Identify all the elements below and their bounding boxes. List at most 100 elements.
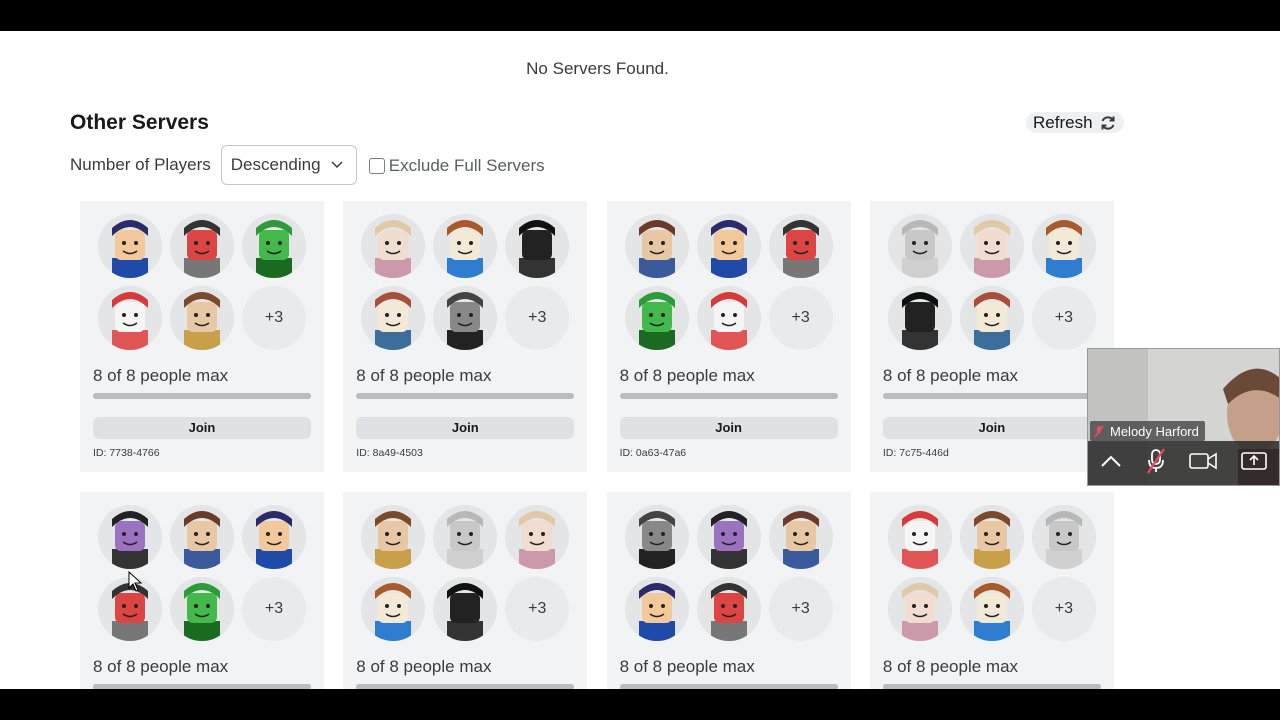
- capacity-bar: [882, 393, 1101, 399]
- capacity-bar: [619, 393, 838, 399]
- server-capacity: 8 of 8 people max: [356, 366, 492, 385]
- player-avatar-icon[interactable]: [361, 577, 426, 641]
- player-avatar-icon[interactable]: [242, 505, 306, 569]
- player-avatar-icon[interactable]: [433, 577, 498, 641]
- player-avatar-icon[interactable]: [696, 505, 761, 569]
- section-title: Other Servers: [70, 111, 209, 134]
- filters-row: Number of Players Descending Exclude Ful…: [70, 144, 545, 186]
- player-avatar-icon[interactable]: [696, 286, 761, 350]
- sort-label: Number of Players: [70, 155, 211, 174]
- server-id: ID: 0a63-47a6: [619, 447, 687, 459]
- server-id: ID: 7738-4766: [93, 447, 160, 459]
- player-avatar-icon[interactable]: [696, 214, 761, 278]
- player-avatar-icon[interactable]: [696, 577, 761, 641]
- player-avatar-icon[interactable]: [170, 577, 234, 641]
- player-avatar-icon[interactable]: [887, 577, 952, 641]
- chevron-up-icon[interactable]: [1100, 454, 1122, 473]
- join-button[interactable]: Join: [619, 417, 838, 439]
- server-capacity: 8 of 8 people max: [882, 366, 1019, 385]
- server-capacity: 8 of 8 people max: [93, 657, 229, 676]
- capacity-bar: [93, 684, 311, 689]
- player-avatar-icon[interactable]: [98, 505, 162, 569]
- more-players-count[interactable]: +3: [768, 286, 833, 350]
- server-card: +3 8 of 8 people max Join ID: 7c75-446d: [869, 201, 1114, 472]
- player-avatar-icon[interactable]: [505, 505, 570, 569]
- player-avatar-icon[interactable]: [887, 286, 952, 350]
- server-card: +3 8 of 8 people max: [869, 492, 1114, 689]
- player-avatar-icon[interactable]: [98, 286, 162, 350]
- capacity-bar-fill: [882, 684, 1101, 689]
- capacity-bar-fill: [93, 684, 311, 689]
- server-capacity: 8 of 8 people max: [619, 366, 755, 385]
- player-avatar-icon[interactable]: [959, 214, 1024, 278]
- server-card: +3 8 of 8 people max Join ID: 8a49-4503: [343, 201, 588, 472]
- player-avatar-icon[interactable]: [170, 286, 234, 350]
- capacity-bar-fill: [93, 393, 311, 399]
- server-capacity: 8 of 8 people max: [619, 657, 755, 676]
- player-avatar-icon[interactable]: [361, 286, 426, 350]
- join-button[interactable]: Join: [882, 417, 1101, 439]
- refresh-label: Refresh: [1033, 112, 1093, 132]
- player-avatar-icon[interactable]: [768, 505, 833, 569]
- more-players-count[interactable]: +3: [505, 577, 570, 641]
- capacity-bar: [882, 684, 1101, 689]
- player-avatar-icon[interactable]: [361, 505, 426, 569]
- server-capacity: 8 of 8 people max: [356, 657, 492, 676]
- participant-name: Melody Harford: [1110, 423, 1199, 439]
- player-avatar-icon[interactable]: [959, 505, 1024, 569]
- server-card: +3 8 of 8 people max Join ID: 7738-4766: [80, 201, 324, 472]
- refresh-button[interactable]: Refresh: [1026, 112, 1124, 133]
- player-avatar-icon[interactable]: [624, 577, 689, 641]
- capacity-bar: [356, 684, 575, 689]
- more-players-count[interactable]: +3: [1031, 577, 1096, 641]
- more-players-count[interactable]: +3: [505, 286, 570, 350]
- player-avatar-icon[interactable]: [887, 214, 952, 278]
- capacity-bar-fill: [619, 393, 838, 399]
- capacity-bar: [619, 684, 838, 689]
- player-avatar-icon[interactable]: [959, 286, 1024, 350]
- no-servers-message: No Servers Found.: [526, 59, 669, 78]
- join-button[interactable]: Join: [93, 417, 311, 439]
- server-id: ID: 7c75-446d: [882, 447, 949, 459]
- sort-dropdown[interactable]: Descending: [220, 145, 357, 185]
- more-players-count[interactable]: +3: [242, 577, 306, 641]
- player-avatar-icon[interactable]: [170, 505, 234, 569]
- server-card: +3 8 of 8 people max: [606, 492, 851, 689]
- sort-value: Descending: [230, 155, 321, 174]
- capacity-bar-fill: [356, 684, 575, 689]
- capacity-bar-fill: [619, 684, 838, 689]
- video-call-overlay[interactable]: Melody Harford: [1087, 348, 1280, 486]
- player-avatar-icon[interactable]: [887, 505, 952, 569]
- more-players-count[interactable]: +3: [1031, 286, 1096, 350]
- join-button[interactable]: Join: [356, 417, 575, 439]
- player-avatar-icon[interactable]: [624, 214, 689, 278]
- player-avatar-icon[interactable]: [1031, 214, 1096, 278]
- mic-muted-small-icon: [1094, 425, 1104, 438]
- server-capacity: 8 of 8 people max: [93, 366, 229, 385]
- more-players-count[interactable]: +3: [242, 286, 306, 350]
- player-avatar-icon[interactable]: [624, 286, 689, 350]
- mouse-cursor-icon: [128, 571, 143, 592]
- player-avatar-icon[interactable]: [768, 214, 833, 278]
- player-avatar-icon[interactable]: [170, 214, 234, 278]
- mic-muted-icon[interactable]: [1146, 447, 1166, 479]
- player-avatar-icon[interactable]: [433, 505, 498, 569]
- player-avatar-icon[interactable]: [242, 214, 306, 278]
- exclude-full-checkbox[interactable]: [368, 158, 385, 174]
- share-screen-icon[interactable]: [1241, 451, 1267, 476]
- player-avatar-icon[interactable]: [433, 286, 498, 350]
- capacity-bar: [356, 393, 575, 399]
- server-capacity: 8 of 8 people max: [882, 657, 1019, 676]
- participant-name-tag: Melody Harford: [1090, 421, 1205, 441]
- player-avatar-icon[interactable]: [505, 214, 570, 278]
- capacity-bar-fill: [882, 393, 1101, 399]
- player-avatar-icon[interactable]: [624, 505, 689, 569]
- player-avatar-icon[interactable]: [959, 577, 1024, 641]
- player-avatar-icon[interactable]: [433, 214, 498, 278]
- player-avatar-icon[interactable]: [98, 214, 162, 278]
- player-avatar-icon[interactable]: [1031, 505, 1096, 569]
- more-players-count[interactable]: +3: [768, 577, 833, 641]
- camera-icon[interactable]: [1189, 452, 1218, 475]
- exclude-full-label[interactable]: Exclude Full Servers: [389, 156, 545, 176]
- player-avatar-icon[interactable]: [361, 214, 426, 278]
